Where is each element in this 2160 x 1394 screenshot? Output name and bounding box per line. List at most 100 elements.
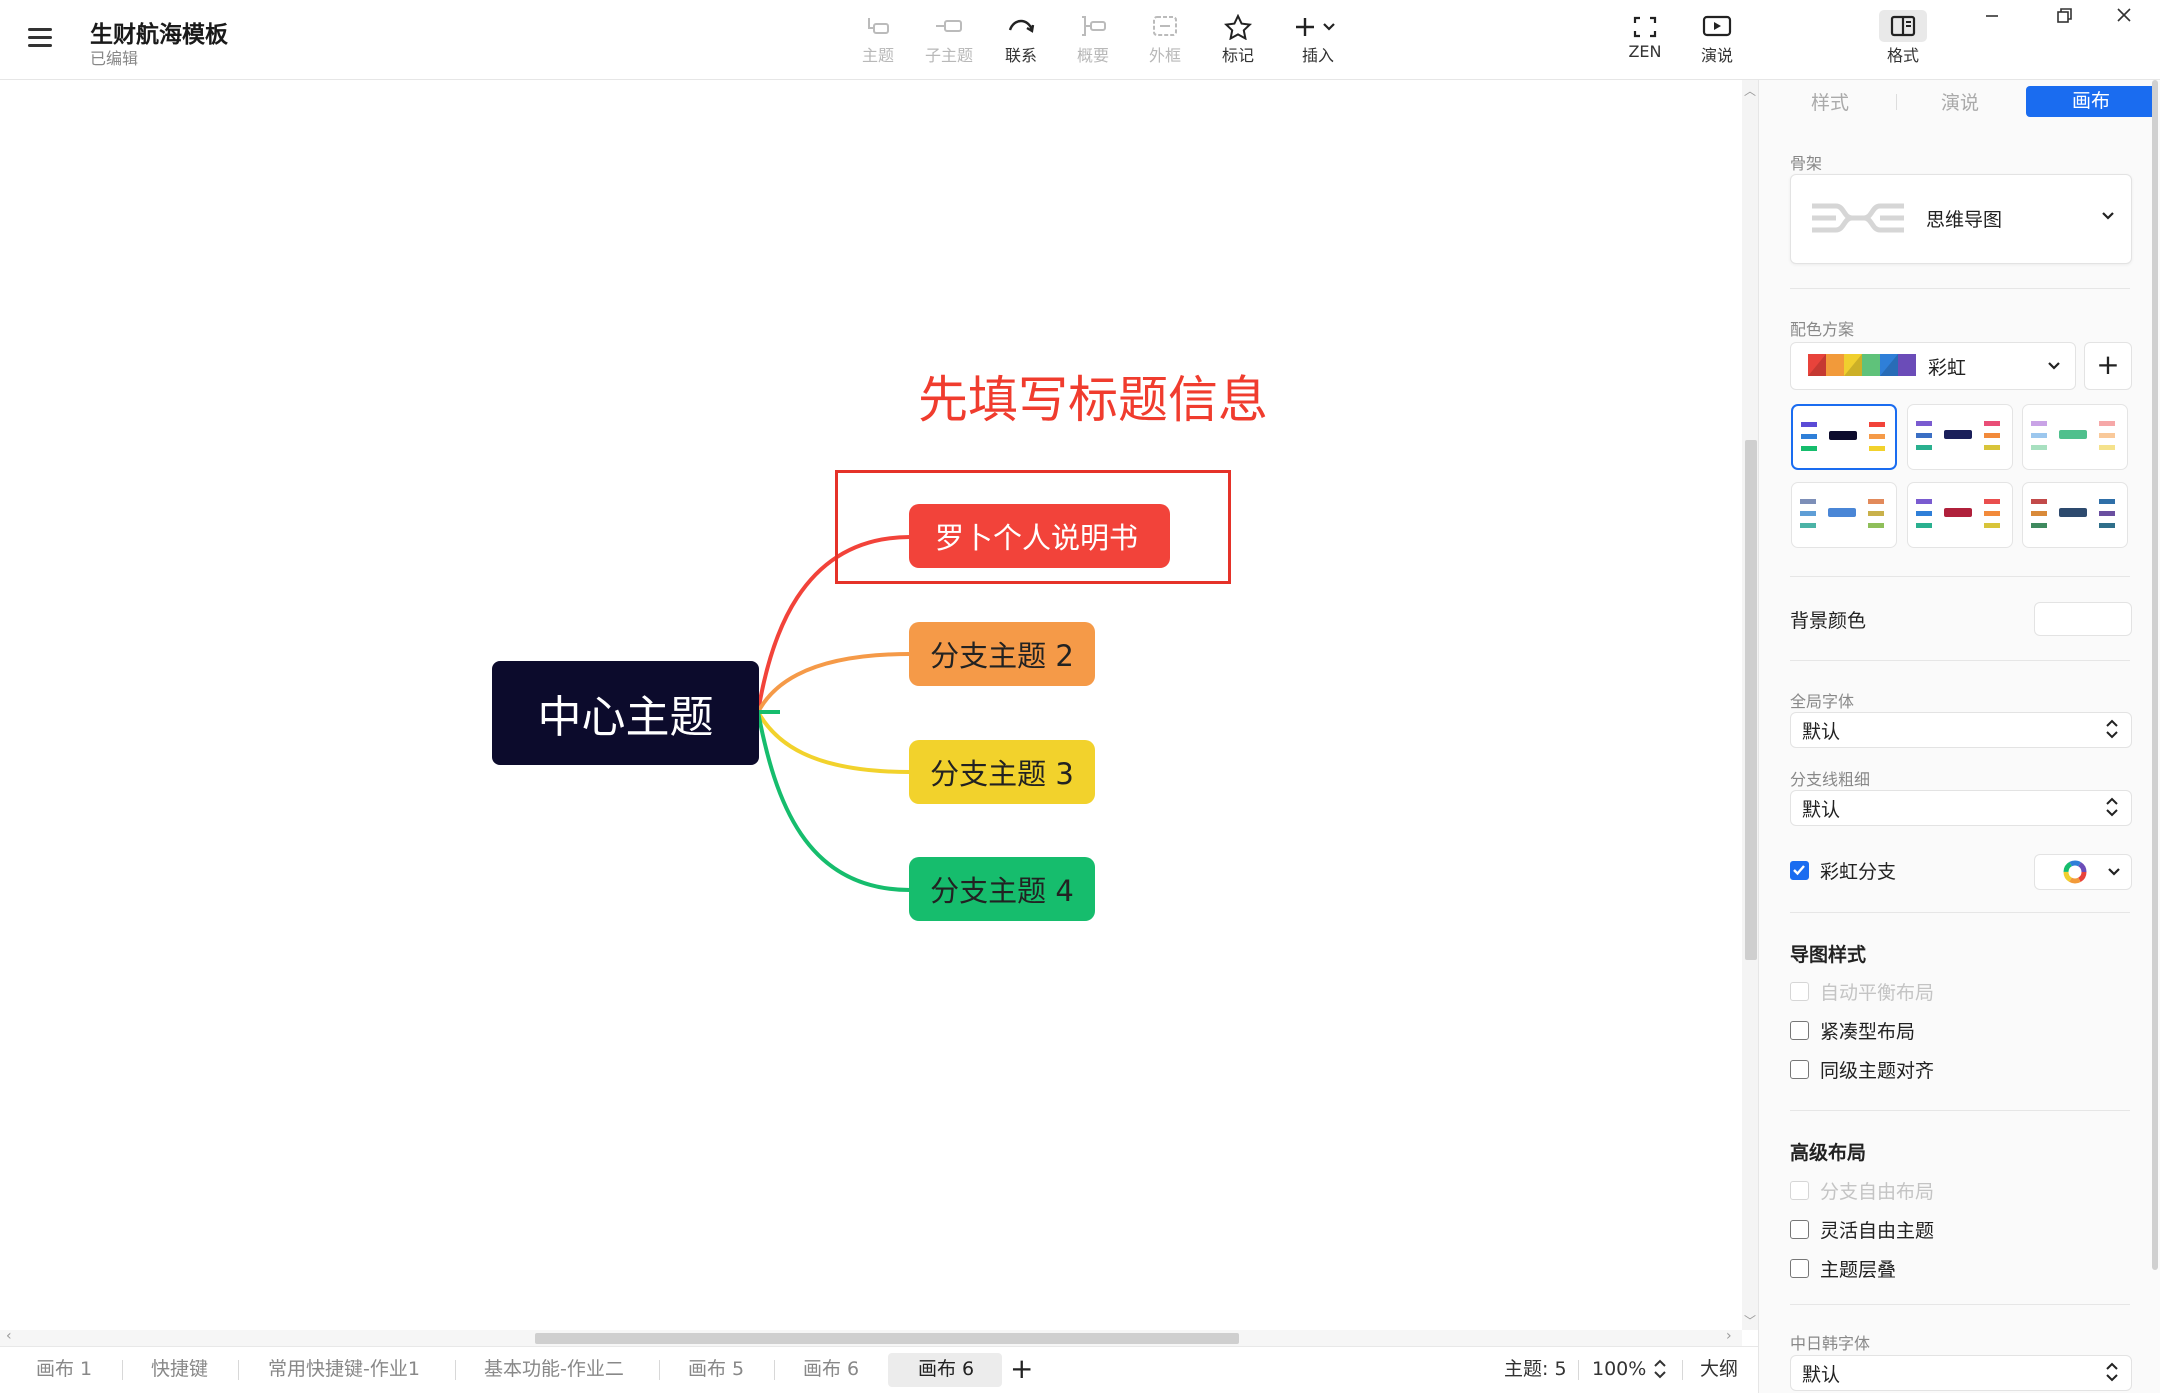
tab-separator bbox=[774, 1360, 775, 1380]
marker-label: 标记 bbox=[1221, 46, 1254, 65]
central-topic[interactable]: 中心主题 bbox=[492, 661, 759, 765]
free-branch-checkbox[interactable] bbox=[1790, 1181, 1809, 1200]
branch-topic-3[interactable]: 分支主题 3 bbox=[909, 740, 1095, 804]
skeleton-label: 骨架 bbox=[1790, 154, 1823, 173]
compact-layout-checkbox[interactable] bbox=[1790, 1021, 1809, 1040]
horizontal-scroll-thumb[interactable] bbox=[535, 1333, 1239, 1344]
sheet-tab[interactable]: 画布 6 bbox=[803, 1346, 859, 1392]
scroll-left-icon[interactable]: ‹ bbox=[6, 1328, 12, 1344]
relationship-button[interactable]: 联系 bbox=[988, 10, 1054, 70]
tab-separator bbox=[455, 1360, 456, 1380]
tab-separator bbox=[122, 1360, 123, 1380]
subtopic-label: 子主题 bbox=[924, 46, 973, 65]
format-panel-button[interactable]: 格式 bbox=[1870, 10, 1936, 70]
play-screen-icon bbox=[1684, 10, 1750, 42]
zen-button[interactable]: ZEN bbox=[1612, 10, 1678, 70]
sheet-tab[interactable]: 画布 5 bbox=[688, 1346, 744, 1392]
mindmap-canvas[interactable]: 先填写标题信息 中心主题 罗卜个人说明书 分支主题 2 分支主题 3 分支主题 … bbox=[0, 80, 1742, 1330]
close-window-icon[interactable] bbox=[2088, 0, 2160, 40]
color-scheme-value: 彩虹 bbox=[1928, 357, 1967, 379]
color-scheme-label: 配色方案 bbox=[1790, 320, 1855, 339]
topic-count: 主题: 5 bbox=[1504, 1358, 1567, 1380]
cjk-font-select[interactable] bbox=[1790, 1355, 2132, 1391]
divider bbox=[1790, 1110, 2130, 1111]
panel-tab-style[interactable]: 样式 bbox=[1770, 88, 1890, 118]
zoom-stepper-icon[interactable] bbox=[1652, 1356, 1668, 1386]
panel-tab-canvas[interactable]: 画布 bbox=[2026, 86, 2156, 117]
branch-width-select[interactable] bbox=[1790, 790, 2132, 826]
branch-topic-1[interactable]: 罗卜个人说明书 bbox=[909, 504, 1170, 568]
document-title[interactable]: 生财航海模板 bbox=[90, 15, 228, 49]
divider bbox=[1790, 912, 2130, 913]
add-color-scheme-button[interactable]: + bbox=[2084, 342, 2132, 390]
connector-branch-3 bbox=[756, 711, 911, 774]
sheet-tab[interactable]: 画布 1 bbox=[36, 1346, 92, 1392]
theme-thumbnail-3[interactable] bbox=[2022, 404, 2128, 470]
global-font-select[interactable] bbox=[1790, 712, 2132, 748]
theme-thumbnail-5[interactable] bbox=[1907, 482, 2013, 548]
zoom-level[interactable]: 100% bbox=[1592, 1346, 1646, 1392]
outline-button[interactable]: 大纲 bbox=[1700, 1346, 1738, 1392]
bg-color-label: 背景颜色 bbox=[1790, 610, 1867, 632]
global-font-value: 默认 bbox=[1802, 721, 1841, 743]
theme-thumbnail-1[interactable] bbox=[1791, 404, 1897, 470]
rainbow-branch-checkbox[interactable] bbox=[1790, 861, 1809, 880]
minimize-icon[interactable] bbox=[1956, 0, 2028, 40]
theme-thumbnail-4[interactable] bbox=[1791, 482, 1897, 548]
map-style-title: 导图样式 bbox=[1790, 944, 1867, 966]
summary-button[interactable]: 概要 bbox=[1060, 10, 1126, 70]
sheet-tab[interactable]: 快捷键 bbox=[151, 1346, 208, 1392]
vertical-scroll-thumb[interactable] bbox=[1745, 440, 1757, 960]
panel-scrollbar[interactable] bbox=[2152, 80, 2158, 1270]
scroll-right-icon[interactable]: › bbox=[1726, 1328, 1732, 1344]
branch-width-label: 分支线粗细 bbox=[1790, 770, 1871, 789]
branch-topic-4[interactable]: 分支主题 4 bbox=[909, 857, 1095, 921]
divider bbox=[1790, 576, 2130, 577]
relationship-icon bbox=[988, 10, 1054, 42]
document-status: 已编辑 bbox=[90, 49, 139, 68]
add-sheet-button[interactable]: + bbox=[1010, 1346, 1033, 1392]
marker-button[interactable]: 标记 bbox=[1205, 10, 1271, 70]
boundary-label: 外框 bbox=[1148, 46, 1181, 65]
flexible-floating-checkbox[interactable] bbox=[1790, 1220, 1809, 1239]
cjk-font-label: 中日韩字体 bbox=[1790, 1334, 1871, 1353]
hamburger-menu-icon[interactable] bbox=[26, 26, 56, 50]
fullscreen-icon bbox=[1612, 10, 1678, 42]
present-button[interactable]: 演说 bbox=[1684, 10, 1750, 70]
status-separator bbox=[1578, 1360, 1579, 1380]
bg-color-swatch[interactable] bbox=[2034, 602, 2132, 636]
subtopic-icon bbox=[916, 10, 982, 42]
sheet-tab[interactable]: 常用快捷键-作业1 bbox=[268, 1346, 420, 1392]
sheet-tab-active[interactable]: 画布 6 bbox=[918, 1346, 974, 1392]
sheet-tab[interactable]: 基本功能-作业二 bbox=[484, 1346, 624, 1392]
auto-balance-checkbox[interactable] bbox=[1790, 982, 1809, 1001]
rainbow-palette-swatch bbox=[1808, 354, 1916, 380]
panel-tab-separator bbox=[1896, 94, 1897, 110]
insert-button[interactable]: 插入 bbox=[1282, 10, 1354, 70]
zen-label: ZEN bbox=[1628, 42, 1662, 61]
divider bbox=[1790, 288, 2130, 289]
instruction-annotation: 先填写标题信息 bbox=[918, 371, 1268, 429]
boundary-button[interactable]: 外框 bbox=[1132, 10, 1198, 70]
sheet-tab-bar bbox=[0, 1346, 1758, 1394]
skeleton-value: 思维导图 bbox=[1926, 209, 2003, 231]
subtopic-button[interactable]: 子主题 bbox=[916, 10, 982, 70]
scroll-up-icon[interactable]: ︿ bbox=[1744, 82, 1756, 99]
advanced-layout-title: 高级布局 bbox=[1790, 1142, 1867, 1164]
scroll-down-icon[interactable]: ﹀ bbox=[1744, 1312, 1756, 1329]
relationship-label: 联系 bbox=[1004, 46, 1037, 65]
insert-label: 插入 bbox=[1301, 46, 1334, 65]
theme-thumbnail-6[interactable] bbox=[2022, 482, 2128, 548]
topic-overlap-checkbox[interactable] bbox=[1790, 1259, 1809, 1278]
topic-overlap-label: 主题层叠 bbox=[1820, 1259, 1897, 1281]
topic-icon bbox=[845, 10, 911, 42]
align-siblings-checkbox[interactable] bbox=[1790, 1060, 1809, 1079]
rainbow-branch-label: 彩虹分支 bbox=[1820, 861, 1897, 883]
divider bbox=[1790, 660, 2130, 661]
theme-thumbnail-2[interactable] bbox=[1907, 404, 2013, 470]
panel-tab-present[interactable]: 演说 bbox=[1900, 88, 2020, 118]
auto-balance-label: 自动平衡布局 bbox=[1820, 982, 1935, 1004]
branch-topic-2[interactable]: 分支主题 2 bbox=[909, 622, 1095, 686]
topic-button[interactable]: 主题 bbox=[845, 10, 911, 70]
updown-chevron-icon bbox=[2104, 1359, 2120, 1389]
